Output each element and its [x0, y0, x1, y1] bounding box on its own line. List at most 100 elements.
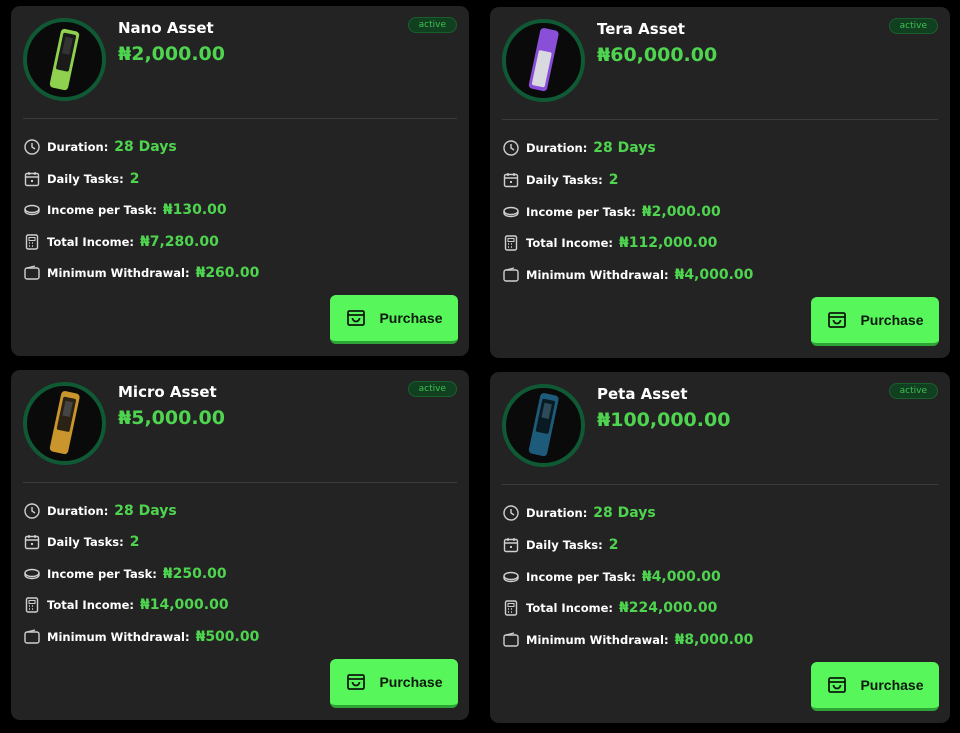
plan-name: Tera Asset [597, 20, 685, 38]
calendar-icon [502, 171, 520, 189]
total-income-label: Total Income: [47, 235, 134, 249]
daily-tasks-value: 2 [129, 171, 140, 187]
duration-label: Duration: [526, 141, 588, 155]
minimum-withdrawal-value: ₦500.00 [195, 629, 260, 645]
shopping-bag-icon [345, 307, 367, 329]
total-income-label: Total Income: [526, 236, 613, 250]
purchase-button[interactable]: Purchase [330, 295, 458, 344]
plan-name: Micro Asset [118, 383, 217, 401]
divider [23, 482, 457, 483]
calendar-icon [502, 536, 520, 554]
purchase-button[interactable]: Purchase [330, 659, 458, 708]
income-per-task-row: Income per Task: ₦250.00 [23, 563, 227, 585]
total-income-value: ₦224,000.00 [619, 600, 718, 616]
coin-icon [23, 201, 41, 219]
device-image [23, 382, 106, 465]
duration-row: Duration: 28 Days [23, 136, 177, 158]
calculator-icon [23, 233, 41, 251]
device-image [23, 18, 106, 101]
income-per-task-row: Income per Task: ₦2,000.00 [502, 201, 721, 223]
daily-tasks-row: Daily Tasks: 2 [23, 531, 140, 553]
purchase-label: Purchase [379, 310, 443, 326]
duration-label: Duration: [47, 140, 109, 154]
wallet-icon [23, 264, 41, 282]
device-image [502, 384, 585, 467]
device-image [502, 19, 585, 102]
minimum-withdrawal-row: Minimum Withdrawal: ₦4,000.00 [502, 264, 753, 286]
income-per-task-row: Income per Task: ₦130.00 [23, 199, 227, 221]
duration-value: 28 Days [593, 505, 656, 521]
duration-label: Duration: [526, 506, 588, 520]
daily-tasks-label: Daily Tasks: [526, 173, 603, 187]
plan-price: ₦60,000.00 [597, 44, 718, 66]
shopping-bag-icon [345, 671, 367, 693]
divider [23, 118, 457, 119]
plan-name: Nano Asset [118, 19, 214, 37]
income-per-task-label: Income per Task: [526, 570, 636, 584]
total-income-row: Total Income: ₦14,000.00 [23, 594, 229, 616]
daily-tasks-label: Daily Tasks: [526, 538, 603, 552]
plan-card-nano: Nano Asset ₦2,000.00 active Duration: 28… [11, 6, 469, 356]
income-per-task-value: ₦130.00 [162, 202, 227, 218]
total-income-value: ₦14,000.00 [140, 597, 229, 613]
income-per-task-row: Income per Task: ₦4,000.00 [502, 566, 721, 588]
plan-card-micro: Micro Asset ₦5,000.00 active Duration: 2… [11, 370, 469, 720]
plan-name: Peta Asset [597, 385, 688, 403]
purchase-button[interactable]: Purchase [811, 662, 939, 711]
minimum-withdrawal-row: Minimum Withdrawal: ₦500.00 [23, 626, 259, 648]
daily-tasks-value: 2 [608, 537, 619, 553]
calendar-icon [23, 533, 41, 551]
income-per-task-value: ₦2,000.00 [641, 204, 721, 220]
duration-row: Duration: 28 Days [23, 500, 177, 522]
minimum-withdrawal-value: ₦260.00 [195, 265, 260, 281]
calculator-icon [502, 234, 520, 252]
income-per-task-label: Income per Task: [526, 205, 636, 219]
plan-price: ₦100,000.00 [597, 409, 731, 431]
shopping-bag-icon [826, 309, 848, 331]
total-income-row: Total Income: ₦224,000.00 [502, 597, 717, 619]
purchase-label: Purchase [379, 674, 443, 690]
daily-tasks-value: 2 [129, 534, 140, 550]
purchase-label: Purchase [860, 312, 924, 328]
calculator-icon [502, 599, 520, 617]
plan-card-peta: Peta Asset ₦100,000.00 active Duration: … [490, 372, 950, 723]
wallet-icon [502, 266, 520, 284]
daily-tasks-value: 2 [608, 172, 619, 188]
coin-icon [23, 565, 41, 583]
income-per-task-label: Income per Task: [47, 567, 157, 581]
plan-price: ₦5,000.00 [118, 407, 225, 429]
total-income-row: Total Income: ₦112,000.00 [502, 232, 717, 254]
daily-tasks-row: Daily Tasks: 2 [502, 534, 619, 556]
duration-value: 28 Days [114, 139, 177, 155]
status-badge: active [888, 18, 938, 34]
divider [502, 484, 938, 485]
clock-icon [502, 504, 520, 522]
minimum-withdrawal-value: ₦8,000.00 [674, 632, 754, 648]
clock-icon [23, 138, 41, 156]
status-badge: active [407, 17, 457, 33]
purchase-label: Purchase [860, 677, 924, 693]
duration-row: Duration: 28 Days [502, 502, 656, 524]
total-income-label: Total Income: [526, 601, 613, 615]
purchase-button[interactable]: Purchase [811, 297, 939, 346]
total-income-label: Total Income: [47, 598, 134, 612]
minimum-withdrawal-label: Minimum Withdrawal: [47, 266, 190, 280]
plan-card-tera: Tera Asset ₦60,000.00 active Duration: 2… [490, 7, 950, 358]
minimum-withdrawal-label: Minimum Withdrawal: [526, 633, 669, 647]
daily-tasks-row: Daily Tasks: 2 [23, 168, 140, 190]
divider [502, 119, 938, 120]
status-badge: active [888, 383, 938, 399]
total-income-row: Total Income: ₦7,280.00 [23, 231, 219, 253]
income-per-task-value: ₦250.00 [162, 566, 227, 582]
minimum-withdrawal-row: Minimum Withdrawal: ₦8,000.00 [502, 629, 753, 651]
income-per-task-label: Income per Task: [47, 203, 157, 217]
clock-icon [502, 139, 520, 157]
duration-value: 28 Days [114, 503, 177, 519]
minimum-withdrawal-value: ₦4,000.00 [674, 267, 754, 283]
calendar-icon [23, 170, 41, 188]
daily-tasks-label: Daily Tasks: [47, 172, 124, 186]
plan-price: ₦2,000.00 [118, 43, 225, 65]
calculator-icon [23, 596, 41, 614]
minimum-withdrawal-label: Minimum Withdrawal: [526, 268, 669, 282]
total-income-value: ₦112,000.00 [619, 235, 718, 251]
